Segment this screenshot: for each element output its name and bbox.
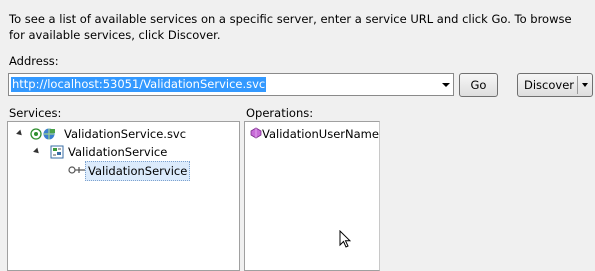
operations-label: Operations:	[246, 106, 314, 120]
dropdown-arrow-icon[interactable]	[442, 83, 450, 87]
split-divider	[577, 76, 578, 94]
tree-item-namespace[interactable]: ValidationService	[68, 143, 167, 161]
operation-item[interactable]: ValidationUserName	[262, 125, 379, 143]
address-label: Address:	[9, 54, 59, 68]
expand-arrow-icon[interactable]	[16, 129, 24, 138]
address-input[interactable]: http://localhost:53051/ValidationService…	[11, 77, 267, 92]
discover-button-label: Discover	[524, 78, 575, 92]
expand-arrow-icon[interactable]	[33, 147, 41, 156]
tree-item-service-file[interactable]: ValidationService.svc	[64, 125, 186, 143]
address-combobox[interactable]: http://localhost:53051/ValidationService…	[8, 73, 454, 96]
instructions-text: To see a list of available services on a…	[9, 12, 572, 42]
web-service-icon	[30, 127, 58, 144]
chevron-down-icon[interactable]	[582, 83, 588, 87]
namespace-icon	[50, 145, 64, 162]
mouse-cursor-icon	[339, 229, 352, 251]
method-icon	[250, 127, 262, 142]
services-label: Services:	[9, 106, 62, 120]
services-tree[interactable]: ValidationService.svc ValidationService …	[7, 121, 240, 271]
go-button[interactable]: Go	[459, 73, 498, 97]
discover-button[interactable]: Discover	[517, 73, 593, 97]
operations-list[interactable]: ValidationUserName	[244, 121, 380, 271]
tree-item-contract[interactable]: ValidationService	[85, 161, 191, 181]
contract-icon	[68, 163, 86, 180]
